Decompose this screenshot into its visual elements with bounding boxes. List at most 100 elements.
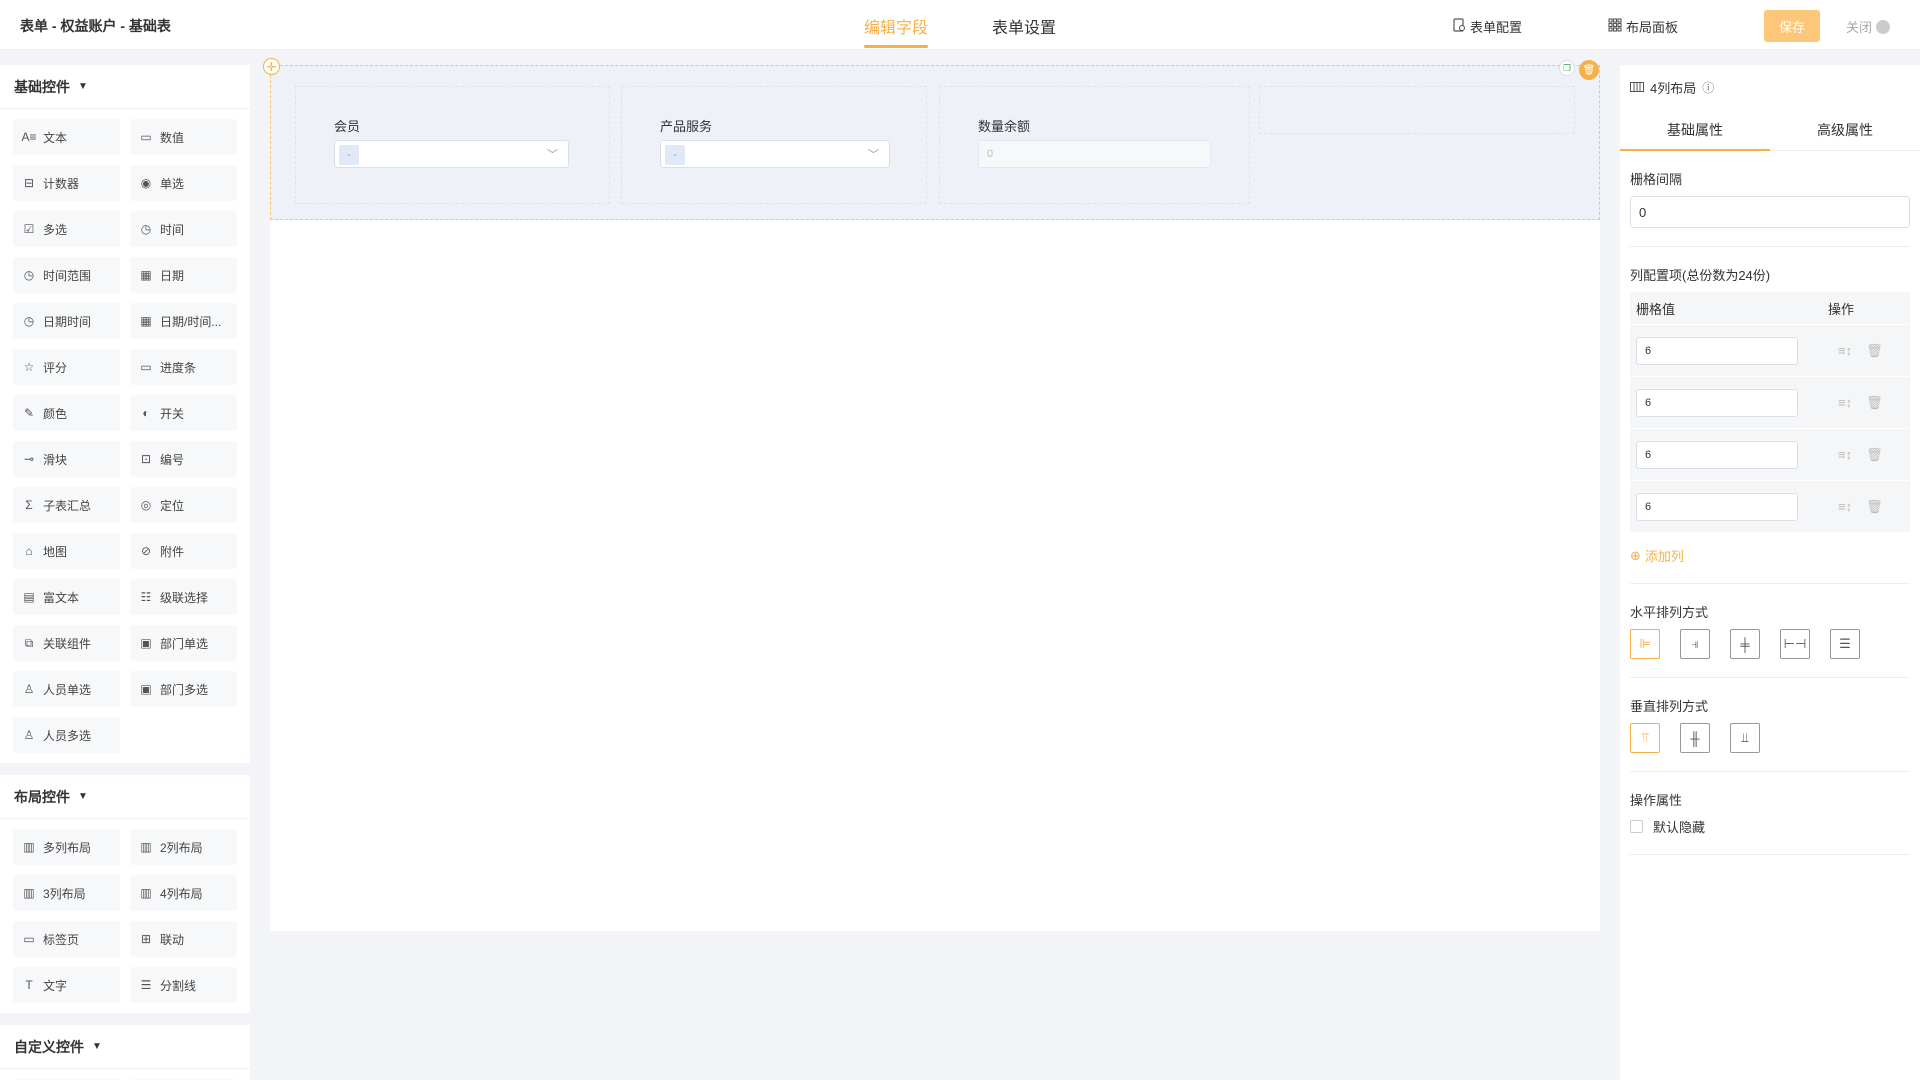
columns-section: 列配置项(总份数为24份) 栅格值 操作 6 ≡↕ 🗑 6 ≡↕ 🗑 6 ≡↕ 🗑 6 ≡↕ 🗑 ⊕ … — [1620, 265, 1920, 565]
column-span-input[interactable]: 6 — [1636, 492, 1798, 521]
h-align-options: ⊫ ⫣ ╪ ⊢⊣ ☰ — [1630, 629, 1910, 659]
palette-item[interactable]: ✎ 颜色 — [13, 395, 120, 431]
toggle-knob-icon — [1876, 19, 1891, 34]
quantity-input[interactable]: 0 — [978, 140, 1211, 168]
palette-item[interactable]: ▭ 标签页 — [13, 921, 120, 957]
palette-item[interactable]: A≡ 文本 — [13, 119, 120, 155]
palette-item[interactable]: ▤ 富文本 — [13, 579, 120, 615]
columns-icon: ▥ — [140, 840, 152, 854]
trash-icon[interactable]: 🗑 — [1866, 499, 1883, 515]
palette-item[interactable]: ▥ 3列布局 — [13, 875, 120, 911]
tab-form-settings[interactable]: 表单设置 — [992, 14, 1056, 38]
align-center-icon[interactable]: ╪ — [1730, 629, 1760, 659]
palette-item[interactable]: ☑ 多选 — [13, 211, 120, 247]
palette-item[interactable]: ☷ 级联选择 — [130, 579, 237, 615]
checkbox-box[interactable] — [1630, 820, 1643, 833]
sort-icon[interactable]: ≡↕ — [1838, 447, 1852, 463]
caret-down-icon: ▼ — [78, 791, 88, 802]
palette-item[interactable]: ⊸ 滑块 — [13, 441, 120, 477]
palette-item[interactable]: ⊟ 计数器 — [13, 165, 120, 201]
palette-item[interactable]: ▭ 数值 — [130, 119, 237, 155]
palette-item-label: 子表汇总 — [43, 498, 92, 513]
palette-item[interactable]: ☆ 评分 — [13, 349, 120, 385]
column-1[interactable]: 会员 - ﹀ — [295, 86, 610, 204]
align-middle-icon[interactable]: ╫ — [1680, 723, 1710, 753]
palette-item[interactable]: ▭ 进度条 — [130, 349, 237, 385]
column-config-row: 6 ≡↕ 🗑 — [1630, 324, 1910, 376]
palette-item[interactable]: ◷ 日期时间 — [13, 303, 120, 339]
column-span-input[interactable]: 6 — [1636, 440, 1798, 469]
palette-item[interactable]: ▥ 2列布局 — [130, 829, 237, 865]
sort-icon[interactable]: ≡↕ — [1838, 343, 1852, 359]
palette-item-label: 时间范围 — [43, 268, 92, 283]
align-start-icon[interactable]: ⊫ — [1630, 629, 1660, 659]
default-hidden-checkbox[interactable]: 默认隐藏 — [1630, 817, 1910, 836]
form-canvas[interactable]: ✛ ❐ 🗑 会员 - ﹀ 产品服务 - ﹀ 数量余额 0 — [263, 58, 1600, 931]
section-divider — [1630, 854, 1910, 855]
palette-item[interactable]: ♙ 人员多选 — [13, 717, 120, 753]
product-select[interactable]: - ﹀ — [660, 140, 890, 168]
space-between-icon[interactable]: ⊢⊣ — [1780, 629, 1810, 659]
trash-icon[interactable]: 🗑 — [1866, 447, 1883, 463]
palette-item[interactable]: ⊞ 联动 — [130, 921, 237, 957]
tab-basic-properties[interactable]: 基础属性 — [1620, 109, 1770, 151]
ops-header: 操作 — [1828, 301, 1855, 317]
custom-controls-header[interactable]: 自定义控件 ▼ — [0, 1025, 250, 1069]
palette-item[interactable]: ◉ 单选 — [130, 165, 237, 201]
palette-item[interactable]: ◷ 时间 — [130, 211, 237, 247]
field-label-quantity: 数量余额 — [978, 119, 1031, 134]
trash-icon[interactable]: 🗑 — [1866, 343, 1883, 359]
align-top-icon[interactable]: ⫪ — [1630, 723, 1660, 753]
info-icon[interactable]: ⓘ — [1702, 79, 1714, 96]
column-span-input[interactable]: 6 — [1636, 388, 1798, 417]
column-3[interactable]: 数量余额 0 — [939, 86, 1250, 204]
palette-item[interactable]: ▦ 日期 — [130, 257, 237, 293]
layout-controls-header[interactable]: 布局控件 ▼ — [0, 775, 250, 819]
column-span-input[interactable]: 6 — [1636, 336, 1798, 365]
palette-item-label: 人员多选 — [43, 728, 92, 743]
four-column-layout-row[interactable]: ✛ ❐ 🗑 会员 - ﹀ 产品服务 - ﹀ 数量余额 0 — [263, 58, 1600, 220]
drag-handle-icon[interactable]: ✛ — [263, 58, 280, 75]
sort-icon[interactable]: ≡↕ — [1838, 395, 1852, 411]
sort-icon[interactable]: ≡↕ — [1838, 499, 1852, 515]
tab-edit-fields[interactable]: 编辑字段 — [864, 14, 929, 48]
palette-item[interactable]: Σ 子表汇总 — [13, 487, 120, 523]
column-2[interactable]: 产品服务 - ﹀ — [621, 86, 927, 204]
add-column-button[interactable]: ⊕ 添加列 — [1630, 546, 1910, 565]
palette-item[interactable]: ▥ 多列布局 — [13, 829, 120, 865]
align-end-icon[interactable]: ⫣ — [1680, 629, 1710, 659]
palette-item[interactable]: ◐ 开关 — [130, 395, 237, 431]
trash-icon[interactable]: 🗑 — [1866, 395, 1883, 411]
member-select[interactable]: - ﹀ — [334, 140, 569, 168]
copy-icon[interactable]: ❐ — [1559, 60, 1575, 76]
page-title: 表单 - 权益账户 - 基础表 — [20, 18, 171, 34]
row-ops: ≡↕ 🗑 — [1838, 447, 1883, 463]
group-divider — [0, 763, 250, 775]
palette-item[interactable]: ⊡ 编号 — [130, 441, 237, 477]
delete-icon[interactable]: 🗑 — [1579, 60, 1599, 80]
gutter-input[interactable]: 0 — [1630, 196, 1910, 228]
palette-item[interactable]: ▣ 部门单选 — [130, 625, 237, 661]
palette-item[interactable]: ▣ 部门多选 — [130, 671, 237, 707]
palette-item[interactable]: ⌂ 地图 — [13, 533, 120, 569]
palette-item[interactable]: T 文字 — [13, 967, 120, 1003]
close-toggle[interactable]: 关闭 — [1846, 17, 1891, 36]
layout-panel-button[interactable]: 布局面板 — [1608, 17, 1678, 36]
space-around-icon[interactable]: ☰ — [1830, 629, 1860, 659]
palette-item[interactable]: ◎ 定位 — [130, 487, 237, 523]
palette-item[interactable]: ◷ 时间范围 — [13, 257, 120, 293]
active-tab-underline — [1620, 149, 1770, 151]
palette-item[interactable]: ▦ 日期/时间... — [130, 303, 237, 339]
basic-controls-header[interactable]: 基础控件 ▼ — [0, 65, 250, 109]
palette-item[interactable]: ▥ 4列布局 — [130, 875, 237, 911]
align-bottom-icon[interactable]: ⫫ — [1730, 723, 1760, 753]
save-button[interactable]: 保存 — [1764, 10, 1820, 42]
form-config-button[interactable]: 表单配置 — [1452, 17, 1522, 36]
palette-item[interactable]: ⊘ 附件 — [130, 533, 237, 569]
palette-item[interactable]: ☰ 分割线 — [130, 967, 237, 1003]
column-4-empty[interactable] — [1259, 86, 1575, 134]
palette-item[interactable]: ♙ 人员单选 — [13, 671, 120, 707]
v-align-label: 垂直排列方式 — [1630, 699, 1709, 714]
palette-item[interactable]: ⧉ 关联组件 — [13, 625, 120, 661]
tab-advanced-properties[interactable]: 高级属性 — [1770, 109, 1920, 150]
